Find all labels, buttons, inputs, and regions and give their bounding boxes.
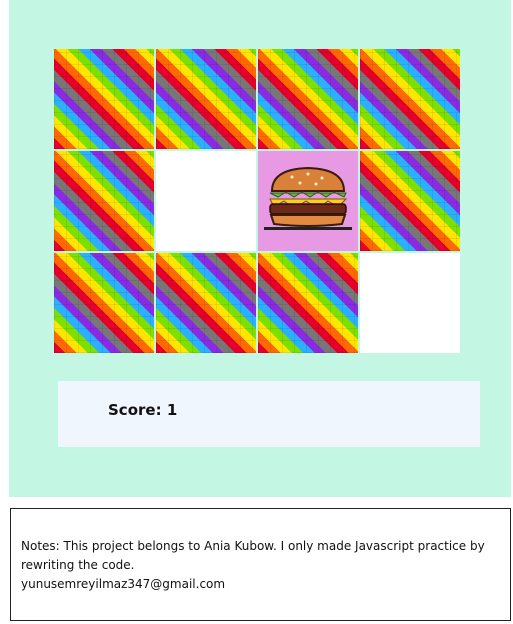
card-burger[interactable]	[258, 151, 358, 251]
card-matched-blank	[360, 253, 460, 353]
card-back[interactable]	[258, 253, 358, 353]
notes-box: Notes: This project belongs to Ania Kubo…	[10, 508, 511, 621]
card-back[interactable]	[360, 49, 460, 149]
card-back[interactable]	[258, 49, 358, 149]
card-matched-blank	[156, 151, 256, 251]
score-panel: Score: 1	[58, 381, 480, 447]
notes-text: Notes: This project belongs to Ania Kubo…	[21, 539, 485, 572]
card-grid	[54, 49, 462, 356]
card-back[interactable]	[54, 253, 154, 353]
score-value: 1	[166, 401, 178, 419]
card-back[interactable]	[54, 49, 154, 149]
score-label: Score:	[108, 401, 162, 419]
score-display: Score: 1	[108, 401, 177, 419]
card-back[interactable]	[54, 151, 154, 251]
game-area: Score: 1	[9, 0, 511, 497]
card-back[interactable]	[360, 151, 460, 251]
card-back[interactable]	[156, 49, 256, 149]
author-email: yunusemreyilmaz347@gmail.com	[21, 577, 226, 591]
card-back[interactable]	[156, 253, 256, 353]
burger-icon	[264, 166, 352, 230]
